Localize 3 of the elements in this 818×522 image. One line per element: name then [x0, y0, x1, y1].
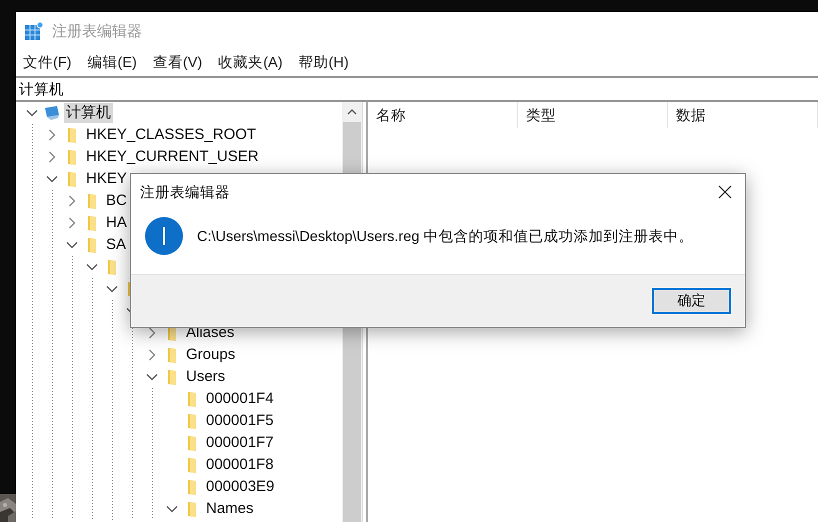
dialog-message: C:\Users\messi\Desktop\Users.reg 中包含的项和值已成功添加到注册表中。 [197, 228, 694, 246]
dialog-title: 注册表编辑器 [140, 184, 230, 202]
window-title: 注册表编辑器 [52, 22, 142, 40]
